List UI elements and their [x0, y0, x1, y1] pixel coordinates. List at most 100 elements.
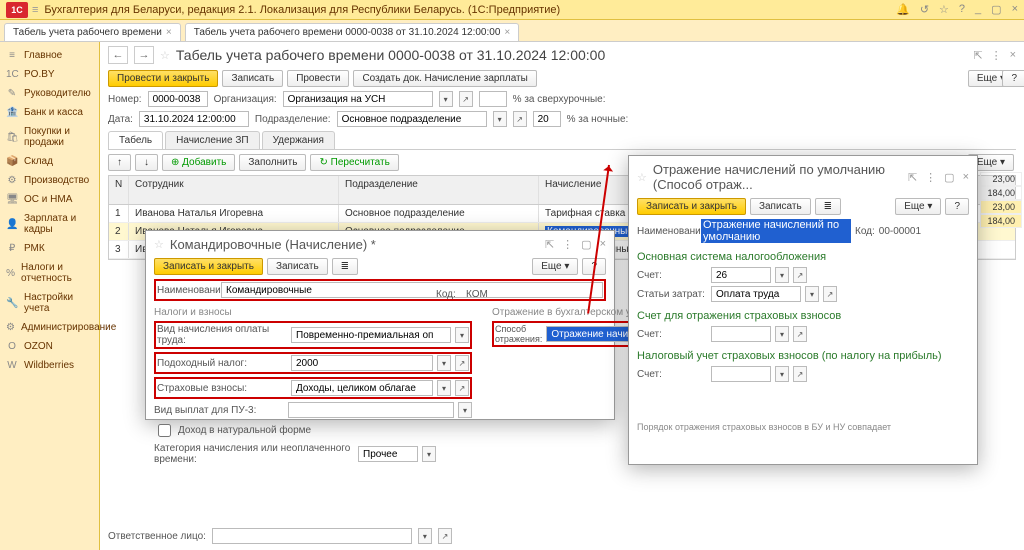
link-icon[interactable]: ⇱ [973, 49, 982, 62]
link-icon[interactable]: ⇱ [545, 238, 554, 251]
tab-1[interactable]: Табель учета рабочего времени 0000-0038 … [185, 23, 520, 41]
star-icon[interactable]: ☆ [939, 3, 949, 16]
dept-field[interactable] [337, 111, 487, 127]
close-icon[interactable]: × [600, 238, 606, 251]
resp-open-icon[interactable]: ↗ [438, 528, 452, 544]
open-icon[interactable]: ↗ [455, 380, 469, 396]
write-button[interactable]: Записать [267, 258, 328, 275]
sidebar-item[interactable]: 🖥ОС и НМА [0, 190, 99, 209]
subtab-tabel[interactable]: Табель [108, 131, 163, 149]
sidebar-item[interactable]: ✎Руководителю [0, 84, 99, 103]
tab-0[interactable]: Табель учета рабочего времени× [4, 23, 181, 41]
name-field[interactable] [221, 282, 603, 298]
dropdown-icon[interactable]: ▾ [422, 446, 436, 462]
close-icon[interactable]: × [1012, 3, 1018, 16]
f6-field[interactable] [358, 446, 418, 462]
acc3-field[interactable] [711, 366, 771, 382]
back-button[interactable]: ← [108, 46, 128, 64]
resp-field[interactable] [212, 528, 412, 544]
sidebar-item[interactable]: OOZON [0, 337, 99, 356]
close-icon[interactable]: × [963, 171, 969, 184]
add-button[interactable]: ⊕ Добавить [162, 154, 235, 171]
sidebar-item[interactable]: 1СPO.BY [0, 65, 99, 84]
subtab-zp[interactable]: Начисление ЗП [165, 131, 259, 149]
recalc-button[interactable]: ↻ Пересчитать [310, 154, 398, 171]
night-field[interactable] [533, 111, 561, 127]
acc-field[interactable] [711, 267, 771, 283]
dropdown-icon[interactable]: ▾ [775, 366, 789, 382]
list-button[interactable]: ≣ [815, 198, 841, 215]
sidebar-item[interactable]: ≡Главное [0, 46, 99, 65]
fav-icon[interactable]: ☆ [160, 49, 170, 62]
help-button[interactable]: ? [1002, 70, 1024, 87]
fill-button[interactable]: Заполнить [239, 154, 306, 171]
sidebar-item[interactable]: 🛍Покупки и продажи [0, 122, 99, 152]
natural-checkbox[interactable] [158, 424, 171, 437]
burger-icon[interactable]: ≡ [32, 4, 38, 16]
save-close-button[interactable]: Записать и закрыть [154, 258, 263, 275]
sidebar-item[interactable]: 👤Зарплата и кадры [0, 209, 99, 239]
sidebar-item[interactable]: %Налоги и отчетность [0, 258, 99, 288]
dept-open-icon[interactable]: ↗ [513, 111, 527, 127]
dropdown-icon[interactable]: ▾ [805, 286, 819, 302]
post-button[interactable]: Провести [287, 70, 349, 87]
restore-icon[interactable]: ▢ [944, 171, 954, 184]
list-button[interactable]: ≣ [332, 258, 358, 275]
down-button[interactable]: ↓ [135, 154, 158, 171]
number-field[interactable] [148, 91, 208, 107]
write-button[interactable]: Записать [222, 70, 283, 87]
open-icon[interactable]: ↗ [793, 366, 807, 382]
write-button[interactable]: Записать [750, 198, 811, 215]
dept-dropdown-icon[interactable]: ▾ [493, 111, 507, 127]
maximize-icon[interactable]: ▢ [991, 3, 1001, 16]
cost-field[interactable] [711, 286, 801, 302]
link-icon[interactable]: ⇱ [908, 171, 917, 184]
sidebar-item[interactable]: WWildberries [0, 356, 99, 375]
menu-icon[interactable]: ⋮ [562, 238, 573, 251]
overtime-field[interactable] [479, 91, 507, 107]
org-field[interactable] [283, 91, 433, 107]
fav-icon[interactable]: ☆ [637, 171, 647, 184]
date-field[interactable] [139, 111, 249, 127]
create-doc-button[interactable]: Создать док. Начисление зарплаты [353, 70, 536, 87]
history-icon[interactable]: ↺ [920, 3, 929, 16]
dropdown-icon[interactable]: ▾ [775, 326, 789, 342]
tab-close-icon[interactable]: × [504, 27, 510, 38]
save-close-button[interactable]: Записать и закрыть [637, 198, 746, 215]
dropdown-icon[interactable]: ▾ [437, 380, 451, 396]
dropdown-icon[interactable]: ▾ [458, 402, 472, 418]
more-button[interactable]: Еще ▾ [532, 258, 578, 275]
f2-field[interactable] [291, 355, 433, 371]
minimize-icon[interactable]: _ [975, 3, 981, 16]
open-icon[interactable]: ↗ [455, 355, 469, 371]
f1-field[interactable] [291, 327, 451, 343]
subtab-hold[interactable]: Удержания [262, 131, 335, 149]
name-field[interactable]: Отражение начислений по умолчанию [701, 219, 851, 243]
restore-icon[interactable]: ▢ [581, 238, 591, 251]
forward-button[interactable]: → [134, 46, 154, 64]
dropdown-icon[interactable]: ▾ [775, 267, 789, 283]
sidebar-item[interactable]: ₽РМК [0, 239, 99, 258]
fav-icon[interactable]: ☆ [154, 238, 164, 251]
menu-icon[interactable]: ⋮ [991, 49, 1002, 62]
sidebar-item[interactable]: 🏦Банк и касса [0, 103, 99, 122]
dropdown-icon[interactable]: ▾ [455, 327, 469, 343]
help-icon[interactable]: ? [959, 3, 965, 16]
org-dropdown-icon[interactable]: ▾ [439, 91, 453, 107]
more-button[interactable]: Еще ▾ [895, 198, 941, 215]
org-open-icon[interactable]: ↗ [459, 91, 473, 107]
open-icon[interactable]: ↗ [793, 326, 807, 342]
f3-field[interactable] [291, 380, 433, 396]
tab-close-icon[interactable]: × [166, 27, 172, 38]
f5-field[interactable] [288, 402, 454, 418]
dropdown-icon[interactable]: ▾ [437, 355, 451, 371]
post-close-button[interactable]: Провести и закрыть [108, 70, 218, 87]
open-icon[interactable]: ↗ [793, 267, 807, 283]
open-icon[interactable]: ↗ [823, 286, 837, 302]
sidebar-item[interactable]: ⚙Администрирование [0, 318, 99, 337]
sidebar-item[interactable]: 📦Склад [0, 152, 99, 171]
help-button[interactable]: ? [945, 198, 969, 215]
close-page-icon[interactable]: × [1010, 49, 1016, 62]
up-button[interactable]: ↑ [108, 154, 131, 171]
sidebar-item[interactable]: ⚙Производство [0, 171, 99, 190]
